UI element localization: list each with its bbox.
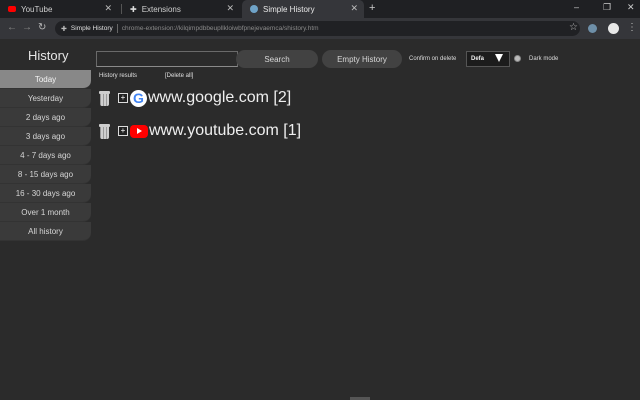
history-domain-link[interactable]: www.google.com [2] <box>148 89 291 107</box>
sidebar-item-all-history[interactable]: All history <box>0 222 91 241</box>
chevron-down-icon <box>495 54 503 62</box>
forward-icon[interactable]: → <box>22 22 32 33</box>
sidebar-item-4-7-days[interactable]: 4 - 7 days ago <box>0 146 91 165</box>
page-title: History <box>28 48 69 63</box>
sidebar-item-over-1-month[interactable]: Over 1 month <box>0 203 91 222</box>
confirm-delete-label: Confirm on delete <box>409 56 457 62</box>
sidebar: Today Yesterday 2 days ago 3 days ago 4 … <box>0 70 91 241</box>
site-chip: ✚ Simple History <box>61 25 113 33</box>
dark-mode-label: Dark mode <box>529 56 559 62</box>
search-button[interactable]: Search <box>236 50 318 68</box>
avatar[interactable] <box>608 23 619 34</box>
divider <box>116 24 118 33</box>
dark-mode-radio[interactable] <box>514 55 521 62</box>
trash-icon[interactable] <box>99 123 110 139</box>
browser-toolbar: ← → ↻ ✚ Simple History chrome-extension:… <box>0 18 640 39</box>
expand-icon[interactable]: + <box>118 93 128 103</box>
puzzle-icon: ✚ <box>61 25 67 33</box>
close-icon[interactable]: ✕ <box>350 3 358 14</box>
reload-icon[interactable]: ↻ <box>38 22 46 33</box>
sidebar-item-16-30-days[interactable]: 16 - 30 days ago <box>0 184 91 203</box>
sidebar-item-yesterday[interactable]: Yesterday <box>0 89 91 108</box>
site-chip-label: Simple History <box>70 25 113 32</box>
results-heading: History results <box>99 73 138 79</box>
search-input[interactable] <box>96 51 238 67</box>
tab-strip: YouTube ✕ ✚ Extensions ✕ Simple History … <box>0 0 640 18</box>
minimize-icon[interactable]: – <box>574 2 579 12</box>
confirm-delete-select[interactable]: Defa <box>466 51 510 67</box>
tab-youtube[interactable]: YouTube ✕ <box>0 0 118 18</box>
history-domain-link[interactable]: www.youtube.com [1] <box>149 122 301 140</box>
delete-all-link[interactable]: [Delete all] <box>165 73 193 79</box>
sidebar-item-2-days-ago[interactable]: 2 days ago <box>0 108 91 127</box>
sidebar-item-8-15-days[interactable]: 8 - 15 days ago <box>0 165 91 184</box>
tab-label: Simple History <box>263 4 315 14</box>
puzzle-icon: ✚ <box>130 4 137 14</box>
menu-icon[interactable]: ⋮ <box>627 22 637 33</box>
trash-icon[interactable] <box>99 90 110 106</box>
select-value: Defa <box>471 56 485 62</box>
expand-icon[interactable]: + <box>118 126 128 136</box>
extension-icon[interactable] <box>588 24 597 33</box>
tab-label: YouTube <box>21 4 53 14</box>
close-window-icon[interactable]: ✕ <box>627 2 635 13</box>
new-tab-button[interactable]: + <box>369 2 375 14</box>
url-text: chrome-extension://kilqimpdbbeupllkloiwb… <box>121 25 319 32</box>
back-icon[interactable]: ← <box>7 22 17 33</box>
restore-icon[interactable]: ❐ <box>603 2 611 13</box>
tab-simple-history[interactable]: Simple History ✕ <box>242 0 364 18</box>
empty-history-button[interactable]: Empty History <box>322 50 402 68</box>
youtube-icon <box>8 6 16 12</box>
list-item: + G www.google.com [2] <box>99 87 291 109</box>
sidebar-item-today[interactable]: Today <box>0 70 91 89</box>
close-icon[interactable]: ✕ <box>104 3 112 14</box>
globe-icon <box>250 5 258 13</box>
bookmark-star-icon[interactable]: ☆ <box>569 22 578 33</box>
google-icon: G <box>130 89 147 107</box>
list-item: + www.youtube.com [1] <box>99 120 301 142</box>
sidebar-item-3-days-ago[interactable]: 3 days ago <box>0 127 91 146</box>
address-bar[interactable]: ✚ Simple History chrome-extension://kilq… <box>55 21 580 36</box>
close-icon[interactable]: ✕ <box>226 3 234 14</box>
youtube-icon <box>130 124 148 138</box>
tab-label: Extensions <box>141 4 181 14</box>
tab-extensions[interactable]: ✚ Extensions ✕ <box>122 0 240 18</box>
